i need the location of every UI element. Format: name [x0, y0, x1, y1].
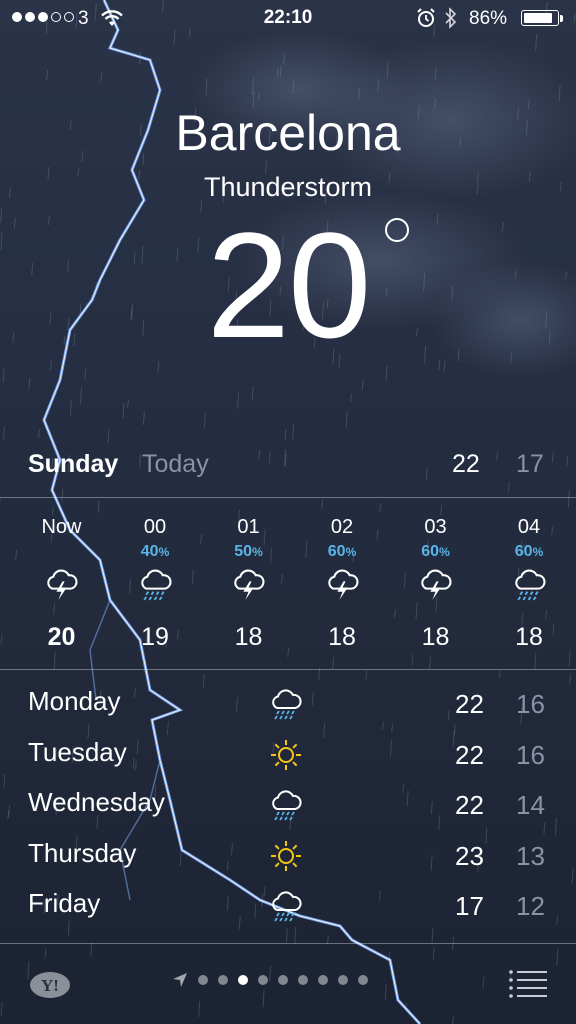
daily-row: Wednesday 22 14 — [0, 783, 576, 833]
precip-chance: 40% — [140, 543, 170, 560]
day-low: 16 — [516, 689, 545, 719]
weather-screen: 3 22:10 86% Barcelona Thunderstorm 20 Su… — [0, 0, 576, 1024]
day-name: Friday — [28, 888, 101, 918]
day-low: 12 — [516, 891, 545, 921]
hour-temperature: 18 — [234, 623, 263, 651]
degree-symbol — [385, 218, 410, 242]
daily-row: Friday 17 12 — [0, 884, 576, 934]
status-bar: 3 22:10 86% — [0, 0, 576, 38]
today-label: Today — [142, 450, 209, 478]
thunderstorm-icon — [421, 569, 452, 600]
hour-temperature: 18 — [328, 623, 356, 651]
weather-condition: Thunderstorm — [203, 172, 373, 202]
hour-temperature: 18 — [515, 623, 543, 651]
battery-percent: 86% — [469, 8, 508, 29]
today-day-name: Sunday — [28, 450, 119, 478]
hour-time: Now — [41, 516, 82, 538]
day-high: 22 — [455, 739, 484, 770]
rain-icon — [272, 790, 302, 821]
today-summary: Sunday Today 22 17 — [0, 446, 576, 486]
rain-icon — [514, 569, 545, 601]
precip-chance: 60% — [421, 543, 450, 560]
day-low: 16 — [516, 739, 545, 770]
day-name: Tuesday — [28, 736, 127, 767]
page-indicator[interactable] — [172, 972, 368, 988]
bottom-toolbar: Y! — [0, 944, 576, 1024]
hour-time: 03 — [424, 516, 447, 538]
page-dot[interactable] — [358, 975, 368, 985]
hour-temperature: 19 — [141, 623, 169, 651]
hourly-forecast[interactable]: Now 20 00 40% 19 01 50% 18 02 60% 18 03 60% 18 04 60% 18 — [0, 500, 576, 668]
day-high: 23 — [455, 840, 484, 871]
daily-row: Monday 22 16 — [0, 682, 576, 732]
day-low: 14 — [516, 790, 545, 820]
day-high: 17 — [455, 891, 484, 921]
page-dot[interactable] — [238, 975, 248, 985]
day-high: 22 — [455, 689, 484, 719]
thunderstorm-icon — [234, 569, 265, 600]
hour-time: 02 — [330, 516, 354, 538]
battery-icon — [521, 10, 559, 26]
divider — [0, 497, 576, 498]
yahoo-logo-icon[interactable]: Y! — [28, 970, 80, 1000]
day-name: Thursday — [28, 837, 137, 868]
hour-temperature: 20 — [47, 623, 76, 651]
precip-chance: 60% — [514, 543, 544, 560]
precip-chance: 50% — [234, 543, 263, 560]
today-high: 22 — [452, 450, 480, 478]
rain-icon — [272, 689, 302, 720]
hour-time: 01 — [237, 516, 260, 538]
day-high: 22 — [455, 790, 484, 820]
hour-time: 04 — [517, 516, 541, 538]
city-list-icon[interactable] — [508, 968, 548, 998]
page-dot[interactable] — [218, 975, 228, 985]
thunderstorm-icon — [327, 569, 358, 600]
day-name: Wednesday — [28, 787, 165, 817]
bluetooth-icon — [445, 7, 457, 29]
day-name: Monday — [28, 686, 121, 716]
svg-text:Y!: Y! — [41, 976, 59, 995]
thunderstorm-icon — [47, 569, 78, 600]
today-low: 17 — [516, 450, 544, 478]
page-dot[interactable] — [278, 975, 288, 985]
hour-temperature: 18 — [421, 623, 450, 651]
day-low: 13 — [516, 840, 545, 871]
page-dot[interactable] — [318, 975, 328, 985]
page-dot[interactable] — [198, 975, 208, 985]
current-temperature: 20 — [207, 210, 410, 360]
sun-icon — [271, 739, 301, 770]
divider — [0, 669, 576, 670]
page-dot[interactable] — [258, 975, 268, 985]
precip-chance: 60% — [327, 543, 357, 560]
daily-row: Tuesday 22 16 — [0, 733, 576, 783]
page-dot[interactable] — [298, 975, 308, 985]
sun-icon — [271, 840, 301, 871]
rain-icon — [272, 891, 302, 922]
alarm-icon — [417, 8, 435, 27]
city-name: Barcelona — [175, 105, 401, 161]
rain-icon — [140, 569, 171, 601]
page-dot[interactable] — [338, 975, 348, 985]
daily-row: Thursday 23 13 — [0, 834, 576, 884]
location-arrow-icon — [173, 973, 187, 987]
hour-time: 00 — [143, 516, 167, 538]
